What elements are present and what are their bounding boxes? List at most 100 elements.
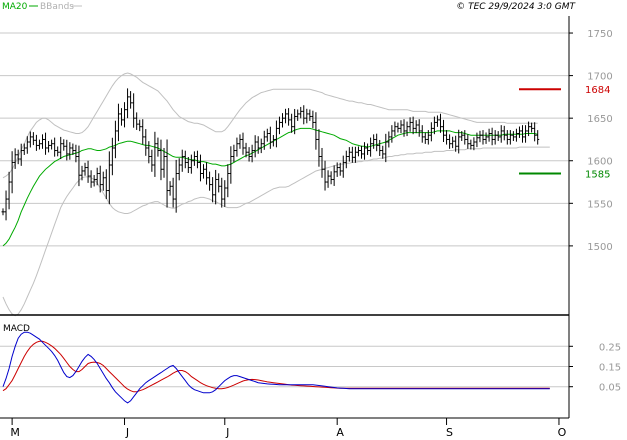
ohlc-bar — [202, 164, 206, 179]
ohlc-bar — [332, 165, 336, 186]
ohlc-bar — [326, 170, 330, 188]
price-y-axis: 1500 1550 1600 1650 1700 1750 — [569, 29, 613, 253]
ohlc-bar — [214, 169, 218, 205]
macd-tick-label: 0.25 — [599, 342, 621, 353]
ohlc-bar — [159, 139, 163, 181]
ohlc-bar — [496, 131, 500, 141]
ohlc-bar — [138, 119, 142, 132]
macd-line — [2, 331, 550, 404]
ohlc-bar — [177, 158, 181, 181]
ohlc-bar — [195, 150, 199, 169]
ohlc-bar — [508, 130, 512, 145]
ohlc-bar — [62, 139, 66, 151]
ohlc-bar — [113, 120, 117, 159]
month-label: O — [558, 426, 567, 439]
ohlc-bar — [381, 145, 385, 159]
ohlc-bar — [405, 121, 409, 137]
ohlc-bar — [344, 150, 348, 169]
ohlc-bar — [132, 93, 136, 128]
macd-tick-label: 0.15 — [599, 363, 621, 374]
ohlc-bar — [341, 155, 345, 178]
ohlc-bar — [363, 142, 367, 160]
ohlc-bar — [174, 159, 178, 213]
ohlc-bar — [226, 164, 230, 198]
month-label: S — [446, 426, 453, 439]
ohlc-bar — [305, 108, 309, 124]
ohlc-bar — [253, 135, 257, 158]
ohlc-bar — [50, 139, 54, 150]
price-tick-label: 1750 — [587, 29, 612, 40]
ohlc-bar — [110, 137, 114, 176]
price-tick-label: 1500 — [587, 242, 612, 253]
resistance-label: 1684 — [585, 85, 610, 96]
ohlc-bar — [299, 106, 303, 119]
ohlc-bar — [135, 112, 139, 130]
ohlc-bar — [156, 137, 160, 157]
price-tick-label: 1700 — [587, 72, 612, 83]
ohlc-bar — [98, 165, 102, 193]
macd-label: MACD — [3, 324, 30, 334]
ohlc-bar — [451, 136, 455, 149]
ohlc-bar — [296, 109, 300, 121]
ohlc-bar — [533, 122, 537, 142]
ohlc-bar — [16, 149, 20, 165]
ohlc-bar — [165, 139, 169, 208]
ohlc-bar — [302, 105, 306, 125]
ohlc-bar — [153, 131, 157, 177]
ohlc-bar — [10, 151, 14, 194]
ohlc-bar — [183, 150, 187, 169]
ohlc-bar — [31, 132, 35, 146]
ohlc-bar — [435, 115, 439, 127]
ohlc-bar — [423, 132, 427, 144]
ohlc-bar — [119, 108, 123, 126]
ohlc-bar — [123, 102, 127, 128]
ohlc-bar — [420, 125, 424, 143]
ohlc-bar — [347, 147, 351, 162]
ohlc-bar — [126, 88, 130, 119]
ohlc-bar — [499, 125, 503, 143]
ohlc-bar — [208, 171, 212, 191]
ohlc-bar — [83, 162, 87, 176]
macd-y-axis: 0.05 0.15 0.25 — [569, 342, 621, 394]
month-label: M — [10, 426, 20, 439]
price-bars — [1, 88, 540, 221]
ohlc-bar — [393, 121, 397, 137]
ohlc-bar — [378, 139, 382, 156]
ohlc-bar — [47, 140, 51, 153]
ohlc-bar — [217, 173, 221, 193]
ohlc-bar — [511, 131, 515, 141]
month-label: J — [125, 426, 129, 439]
ohlc-bar — [372, 134, 376, 149]
ohlc-bar — [37, 139, 41, 150]
ohlc-bar — [356, 146, 360, 157]
ohlc-bar — [86, 160, 90, 183]
ohlc-bar — [40, 134, 44, 149]
ohlc-bar — [229, 146, 233, 184]
ohlc-bar — [390, 125, 394, 143]
ohlc-bar — [192, 151, 196, 166]
ohlc-bar — [205, 162, 209, 185]
ohlc-bar — [414, 120, 418, 134]
ohlc-bar — [396, 122, 400, 133]
ohlc-bar — [144, 129, 148, 156]
ohlc-bar — [366, 143, 370, 155]
ohlc-bar — [481, 130, 485, 145]
ohlc-bar — [417, 119, 421, 137]
ohlc-bar — [241, 132, 245, 155]
ohlc-bar — [268, 126, 272, 149]
ohlc-bar — [95, 167, 99, 186]
ohlc-bar — [308, 109, 312, 121]
ohlc-bar — [375, 133, 379, 152]
ohlc-bar — [141, 119, 145, 145]
ohlc-bar — [198, 154, 202, 182]
ohlc-bar — [259, 138, 263, 154]
ohlc-bar — [277, 116, 281, 135]
ohlc-bar — [448, 134, 452, 149]
ohlc-bar — [536, 130, 540, 145]
ohlc-bar — [514, 128, 518, 142]
ohlc-bar — [530, 122, 534, 133]
ohlc-bar — [369, 137, 373, 157]
ohlc-bar — [472, 137, 476, 151]
ohlc-bar — [256, 136, 260, 154]
ohlc-bar — [211, 177, 215, 203]
